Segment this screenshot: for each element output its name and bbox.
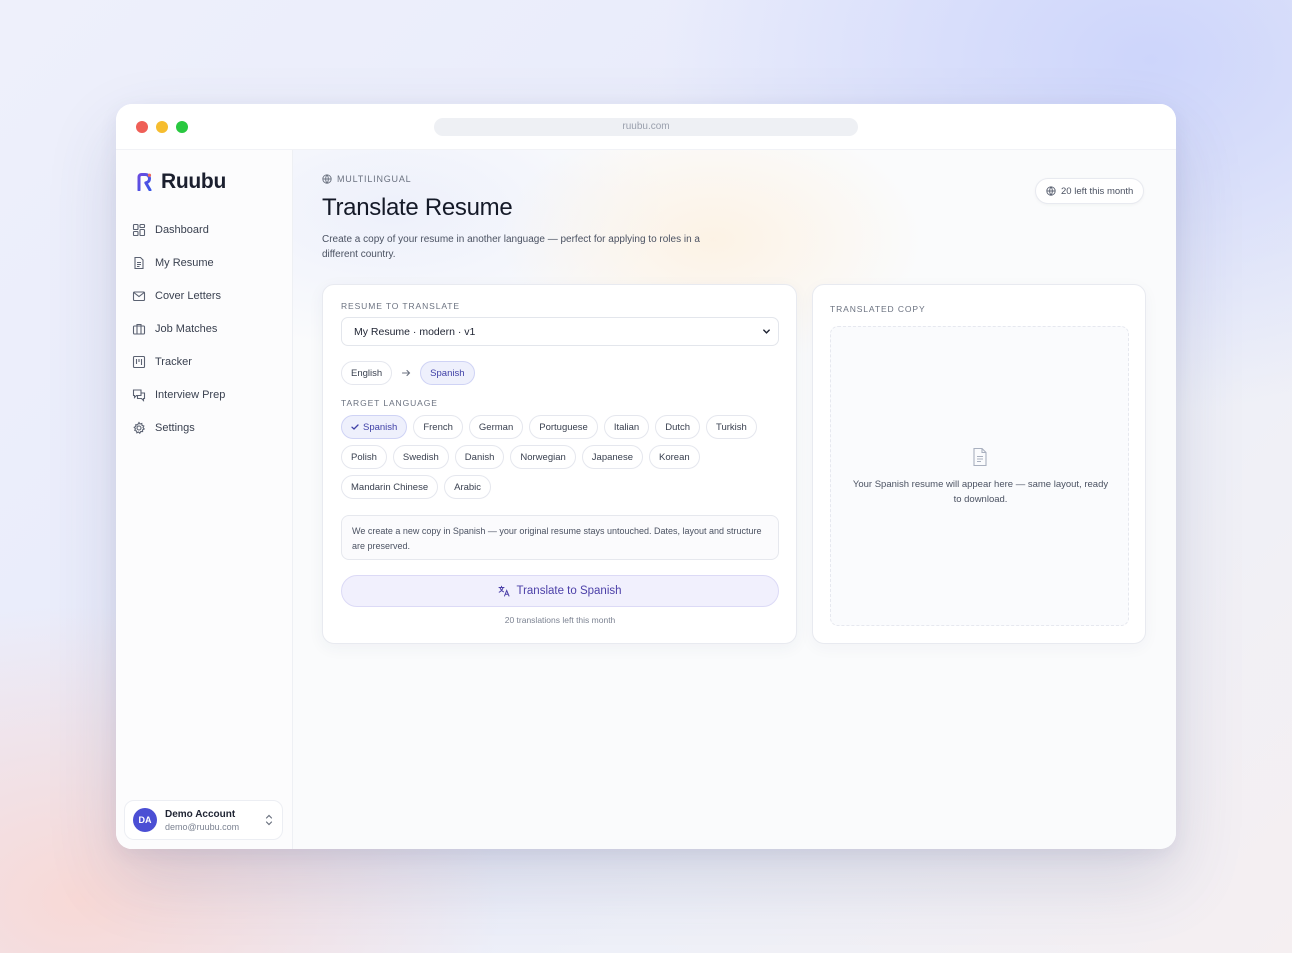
sidebar-item-label: Interview Prep xyxy=(155,388,226,401)
sidebar-item-label: Dashboard xyxy=(155,223,209,236)
language-option-french[interactable]: French xyxy=(413,415,463,439)
sidebar-item-label: Settings xyxy=(155,421,195,434)
chat-icon xyxy=(132,388,146,402)
translate-icon xyxy=(498,585,510,597)
translations-remaining: 20 translations left this month xyxy=(504,615,616,625)
translate-form-card: RESUME TO TRANSLATE My Resume · modern ·… xyxy=(322,284,797,644)
language-option-polish[interactable]: Polish xyxy=(341,445,387,469)
brand-name: Ruubu xyxy=(161,170,226,193)
translated-copy-card: TRANSLATED COPY Your Spanish resume will… xyxy=(812,284,1146,644)
sidebar-item-label: Job Matches xyxy=(155,322,218,335)
sidebar: Ruubu Dashboard My Resume Cover Letters … xyxy=(116,150,293,849)
empty-state-text: Your Spanish resume will appear here — s… xyxy=(852,479,1109,505)
account-switcher[interactable]: DA Demo Account demo@ruubu.com xyxy=(124,800,283,840)
language-option-mandarin-chinese[interactable]: Mandarin Chinese xyxy=(341,475,439,499)
resume-select-value: My Resume · modern · v1 xyxy=(354,325,476,338)
resume-select-label: RESUME TO TRANSLATE xyxy=(341,301,460,311)
mail-icon xyxy=(132,290,146,301)
quota-badge: 20 left this month xyxy=(1035,178,1145,204)
language-option-turkish[interactable]: Turkish xyxy=(706,415,757,439)
globe-icon xyxy=(322,174,332,184)
document-icon xyxy=(973,447,987,467)
language-option-italian[interactable]: Italian xyxy=(603,415,650,439)
target-language-chip: Spanish xyxy=(420,361,475,385)
account-email: demo@ruubu.com xyxy=(165,821,240,832)
gear-icon xyxy=(133,420,146,434)
sidebar-item-tracker[interactable]: Tracker xyxy=(132,345,282,378)
address-bar[interactable]: ruubu.com xyxy=(434,118,858,136)
sidebar-item-cover-letters[interactable]: Cover Letters xyxy=(132,279,282,312)
sidebar-item-label: Cover Letters xyxy=(155,289,222,302)
globe-icon xyxy=(1046,186,1056,196)
brand-logo[interactable]: Ruubu xyxy=(136,170,226,194)
minimize-window-button[interactable] xyxy=(156,121,168,133)
language-option-label: Spanish xyxy=(363,421,398,433)
kanban-icon xyxy=(132,355,146,368)
translate-button-label: Translate to Spanish xyxy=(516,585,622,597)
resume-select[interactable]: My Resume · modern · v1 xyxy=(341,317,779,346)
sidebar-item-my-resume[interactable]: My Resume xyxy=(132,246,282,279)
target-language-label: TARGET LANGUAGE xyxy=(341,398,438,408)
source-language-chip: English xyxy=(341,361,393,385)
main-content: MULTILINGUAL Translate Resume Create a c… xyxy=(293,150,1176,849)
document-icon xyxy=(134,256,144,269)
quota-text: 20 left this month xyxy=(1061,185,1134,197)
avatar: DA xyxy=(133,808,157,832)
chevron-up-down-icon xyxy=(265,814,273,826)
sidebar-item-dashboard[interactable]: Dashboard xyxy=(132,213,282,246)
account-info: Demo Account demo@ruubu.com xyxy=(165,809,264,832)
language-option-norwegian[interactable]: Norwegian xyxy=(510,445,576,469)
translate-button[interactable]: Translate to Spanish xyxy=(341,575,779,607)
page-description: Create a copy of your resume in another … xyxy=(322,234,700,260)
language-option-german[interactable]: German xyxy=(468,415,524,439)
check-icon xyxy=(351,424,359,430)
language-option-spanish[interactable]: Spanish xyxy=(341,415,408,439)
language-option-japanese[interactable]: Japanese xyxy=(581,445,643,469)
section-eyebrow: MULTILINGUAL xyxy=(322,174,411,184)
translated-preview-area: Your Spanish resume will appear here — s… xyxy=(830,326,1129,626)
language-pair: English Spanish xyxy=(341,361,475,385)
close-window-button[interactable] xyxy=(136,121,148,133)
language-options: Spanish French German Portuguese Italian… xyxy=(341,415,781,505)
arrow-right-icon xyxy=(402,369,411,377)
eyebrow-text: MULTILINGUAL xyxy=(337,174,412,184)
info-note: We create a new copy in Spanish — your o… xyxy=(341,515,779,560)
language-option-arabic[interactable]: Arabic xyxy=(444,475,492,499)
account-name: Demo Account xyxy=(165,808,236,820)
language-option-korean[interactable]: Korean xyxy=(649,445,700,469)
maximize-window-button[interactable] xyxy=(176,121,188,133)
sidebar-nav: Dashboard My Resume Cover Letters Job Ma… xyxy=(132,213,282,444)
language-option-portuguese[interactable]: Portuguese xyxy=(529,415,598,439)
sidebar-item-interview-prep[interactable]: Interview Prep xyxy=(132,378,282,411)
ruubu-logo-icon xyxy=(137,173,152,191)
grid-icon xyxy=(132,223,146,236)
translated-copy-label: TRANSLATED COPY xyxy=(830,304,926,314)
page-title: Translate Resume xyxy=(322,194,513,221)
browser-titlebar: ruubu.com xyxy=(116,104,1176,150)
sidebar-item-job-matches[interactable]: Job Matches xyxy=(132,312,282,345)
briefcase-icon xyxy=(132,323,146,335)
chevron-down-icon xyxy=(763,329,770,334)
sidebar-item-label: My Resume xyxy=(155,256,214,269)
language-option-danish[interactable]: Danish xyxy=(454,445,505,469)
language-option-swedish[interactable]: Swedish xyxy=(392,445,449,469)
language-option-dutch[interactable]: Dutch xyxy=(655,415,701,439)
sidebar-item-label: Tracker xyxy=(155,355,192,368)
sidebar-item-settings[interactable]: Settings xyxy=(132,411,282,444)
browser-window: ruubu.com Ruubu Dashboard My Resume Cove… xyxy=(116,104,1176,849)
